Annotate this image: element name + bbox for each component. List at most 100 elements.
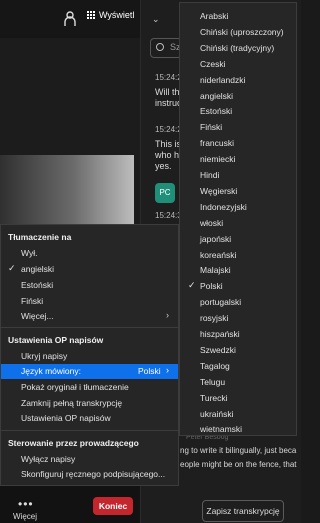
language-option[interactable]: francuski: [180, 135, 296, 152]
language-label: rosyjski: [200, 313, 229, 324]
language-label: Polski: [200, 281, 223, 292]
language-label: Szwedzki: [200, 344, 236, 355]
language-label: Turecki: [200, 392, 228, 403]
language-label: japoński: [200, 233, 232, 244]
language-label: hiszpański: [200, 329, 240, 339]
language-option[interactable]: Chiński (uproszczony): [180, 24, 296, 41]
language-label: Czeski: [200, 58, 226, 69]
language-option[interactable]: angielski: [180, 88, 296, 105]
menu-item-close-full-transcript[interactable]: Zamknij pełną transkrypcję: [1, 396, 178, 411]
language-label: włoski: [200, 217, 224, 228]
menu-item-disable-captions[interactable]: Wyłącz napisy: [1, 452, 178, 467]
language-option[interactable]: Fiński: [180, 119, 296, 136]
language-label: Tagalog: [200, 360, 230, 371]
avatar: PC: [155, 183, 175, 203]
language-option[interactable]: hiszpański: [180, 326, 296, 343]
language-option[interactable]: Malajski: [180, 262, 296, 279]
language-label: Chiński (uproszczony): [200, 26, 284, 37]
menu-item-translation-finnish[interactable]: Fiński: [1, 294, 178, 309]
menu-item-configure-manual-captioner[interactable]: Skonfiguruj ręcznego podpisującego...: [1, 467, 178, 482]
language-label: angielski: [200, 90, 234, 101]
menu-item-show-original-and-translation[interactable]: Pokaż oryginał i tłumaczenie: [1, 380, 178, 395]
transcript-line: eople might be on the fence, that: [180, 460, 297, 469]
menu-item-label: Więcej...: [21, 311, 54, 321]
menu-item-translation-more[interactable]: Więcej... ›: [1, 309, 178, 324]
chevron-right-icon: ›: [166, 310, 169, 320]
menu-item-label: Pokaż oryginał i tłumaczenie: [21, 382, 129, 392]
language-label: Indonezyjski: [200, 201, 247, 212]
view-label: Wyświetl: [99, 10, 135, 20]
menu-item-label: Ukryj napisy: [21, 351, 68, 361]
message-text: This is: [155, 139, 179, 149]
language-option[interactable]: Hindi: [180, 167, 296, 184]
language-label: Estoński: [200, 106, 233, 117]
check-icon: ✓: [8, 263, 16, 273]
language-option[interactable]: Indonezyjski: [180, 199, 296, 216]
more-label[interactable]: Więcej: [13, 512, 37, 521]
menu-item-label: Wyłącz napisy: [21, 454, 76, 464]
chevron-down-icon[interactable]: ⌄: [152, 14, 160, 25]
message-time: 15:24:2: [155, 125, 182, 134]
language-option[interactable]: wietnamski: [180, 421, 296, 438]
menu-item-label: Fiński: [21, 296, 44, 306]
language-label: niderlandzki: [200, 74, 246, 85]
language-option[interactable]: Telugu: [180, 374, 296, 391]
divider: [1, 430, 178, 431]
menu-item-label: angielski: [21, 264, 55, 274]
more-icon[interactable]: •••: [18, 497, 34, 511]
captions-menu: Tłumaczenie na Wył. ✓ angielski Estoński…: [0, 224, 179, 486]
message-time: 15:24:3: [155, 211, 182, 220]
save-transcript-button[interactable]: Zapisz transkrypcję: [202, 500, 284, 522]
participant-video: [0, 155, 134, 233]
language-option[interactable]: Szwedzki: [180, 342, 296, 359]
language-label: portugalski: [200, 297, 242, 308]
person-icon[interactable]: [63, 11, 77, 27]
menu-item-label: Wył.: [21, 248, 38, 258]
menu-item-label: Zamknij pełną transkrypcję: [21, 398, 123, 408]
language-option[interactable]: Chiński (tradycyjny): [180, 40, 296, 57]
language-option[interactable]: Czeski: [180, 56, 296, 73]
message-text: yes.: [155, 161, 172, 171]
language-option[interactable]: koreański: [180, 247, 296, 264]
language-label: wietnamski: [200, 424, 243, 435]
menu-item-translation-off[interactable]: Wył.: [1, 246, 178, 261]
language-option[interactable]: niderlandzki: [180, 72, 296, 89]
language-label: Fiński: [200, 122, 223, 133]
spoken-language-submenu: Arabski Chiński (uproszczony) Chiński (tra…: [179, 2, 297, 436]
language-option[interactable]: Węgierski: [180, 183, 296, 200]
language-label: Chiński (tradycyjny): [200, 42, 275, 53]
language-label: francuski: [200, 138, 235, 149]
language-option[interactable]: japoński: [180, 231, 296, 248]
language-option[interactable]: Estoński: [180, 103, 296, 120]
language-option[interactable]: portugalski: [180, 294, 296, 311]
menu-item-translation-english[interactable]: ✓ angielski: [1, 262, 178, 277]
language-option[interactable]: Turecki: [180, 390, 296, 407]
menu-item-spoken-language[interactable]: Język mówiony: Polski ›: [1, 364, 178, 379]
language-label: Hindi: [200, 170, 220, 180]
language-option[interactable]: Tagalog: [180, 358, 296, 375]
chat-search-input[interactable]: Sz: [150, 38, 182, 58]
menu-item-caption-settings[interactable]: Ustawienia OP napisów: [1, 411, 178, 426]
language-option[interactable]: włoski: [180, 215, 296, 232]
language-label: Węgierski: [200, 185, 238, 196]
end-meeting-button[interactable]: Koniec: [93, 497, 133, 515]
language-option[interactable]: ✓ Polski: [180, 278, 296, 295]
message-text: instruc: [155, 98, 179, 108]
language-option[interactable]: ukraiński: [180, 406, 296, 423]
language-option[interactable]: Arabski: [180, 8, 296, 25]
language-label: ukraiński: [200, 408, 234, 419]
check-icon: ✓: [188, 280, 196, 291]
section-title-host-controls: Sterowanie przez prowadzącego: [8, 438, 139, 448]
menu-item-translation-estonian[interactable]: Estoński: [1, 278, 178, 293]
view-button[interactable]: Wyświetl: [86, 10, 134, 20]
menu-item-label: Skonfiguruj ręcznego podpisującego...: [21, 469, 166, 479]
search-icon: [156, 43, 164, 51]
language-label: Malajski: [200, 265, 231, 276]
menu-item-hide-captions[interactable]: Ukryj napisy: [1, 349, 178, 364]
language-option[interactable]: niemiecki: [180, 151, 296, 168]
message-text: who h: [155, 150, 179, 160]
message-time: 15:24:2: [155, 73, 182, 82]
language-option[interactable]: rosyjski: [180, 310, 296, 327]
language-label: Telugu: [200, 376, 226, 387]
message-text: Will th: [155, 87, 179, 97]
